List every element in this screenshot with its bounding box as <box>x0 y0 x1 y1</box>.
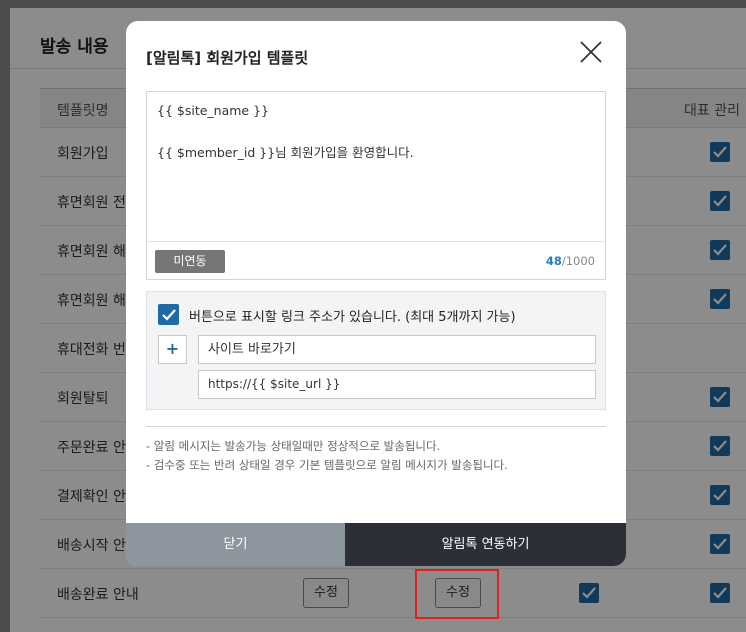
message-footer: 미연동 48/1000 <box>147 241 605 280</box>
status-badge: 미연동 <box>155 250 225 273</box>
highlight-box <box>415 569 499 619</box>
link-button-section: 버튼으로 표시할 링크 주소가 있습니다. (최대 5개까지 가능) + 사이트… <box>146 291 606 410</box>
link-checkbox[interactable] <box>158 304 179 325</box>
close-button[interactable]: 닫기 <box>126 523 345 566</box>
char-max: /1000 <box>561 254 595 268</box>
message-line-2: {{ $member_id }}님 회원가입을 환영합니다. <box>157 145 414 160</box>
link-checkbox-label[interactable]: 버튼으로 표시할 링크 주소가 있습니다. (최대 5개까지 가능) <box>189 306 516 325</box>
modal-title: [알림톡] 회원가입 템플릿 <box>146 49 309 67</box>
message-textarea[interactable]: {{ $site_name }} {{ $member_id }}님 회원가입을… <box>146 91 606 280</box>
add-link-button[interactable]: + <box>158 335 187 364</box>
link-url-input[interactable]: https://{{ $site_url }} <box>198 370 596 399</box>
link-name-input[interactable]: 사이트 바로가기 <box>198 335 596 364</box>
char-counter: 48/1000 <box>546 254 595 268</box>
message-line-1: {{ $site_name }} <box>157 103 269 118</box>
note-1: - 알림 메시지는 발송가능 상태일때만 정상적으로 발송됩니다. <box>146 439 441 453</box>
note-2: - 검수중 또는 반려 상태일 경우 기본 템플릿으로 알림 메시지가 발송됩니… <box>146 458 508 472</box>
close-icon[interactable] <box>576 37 606 67</box>
template-modal: [알림톡] 회원가입 템플릿 {{ $site_name }} {{ $memb… <box>126 21 626 566</box>
char-count: 48 <box>545 254 562 268</box>
notes: - 알림 메시지는 발송가능 상태일때만 정상적으로 발송됩니다. - 검수중 … <box>146 437 508 475</box>
divider <box>146 426 606 427</box>
connect-alimtalk-button[interactable]: 알림톡 연동하기 <box>345 523 626 566</box>
